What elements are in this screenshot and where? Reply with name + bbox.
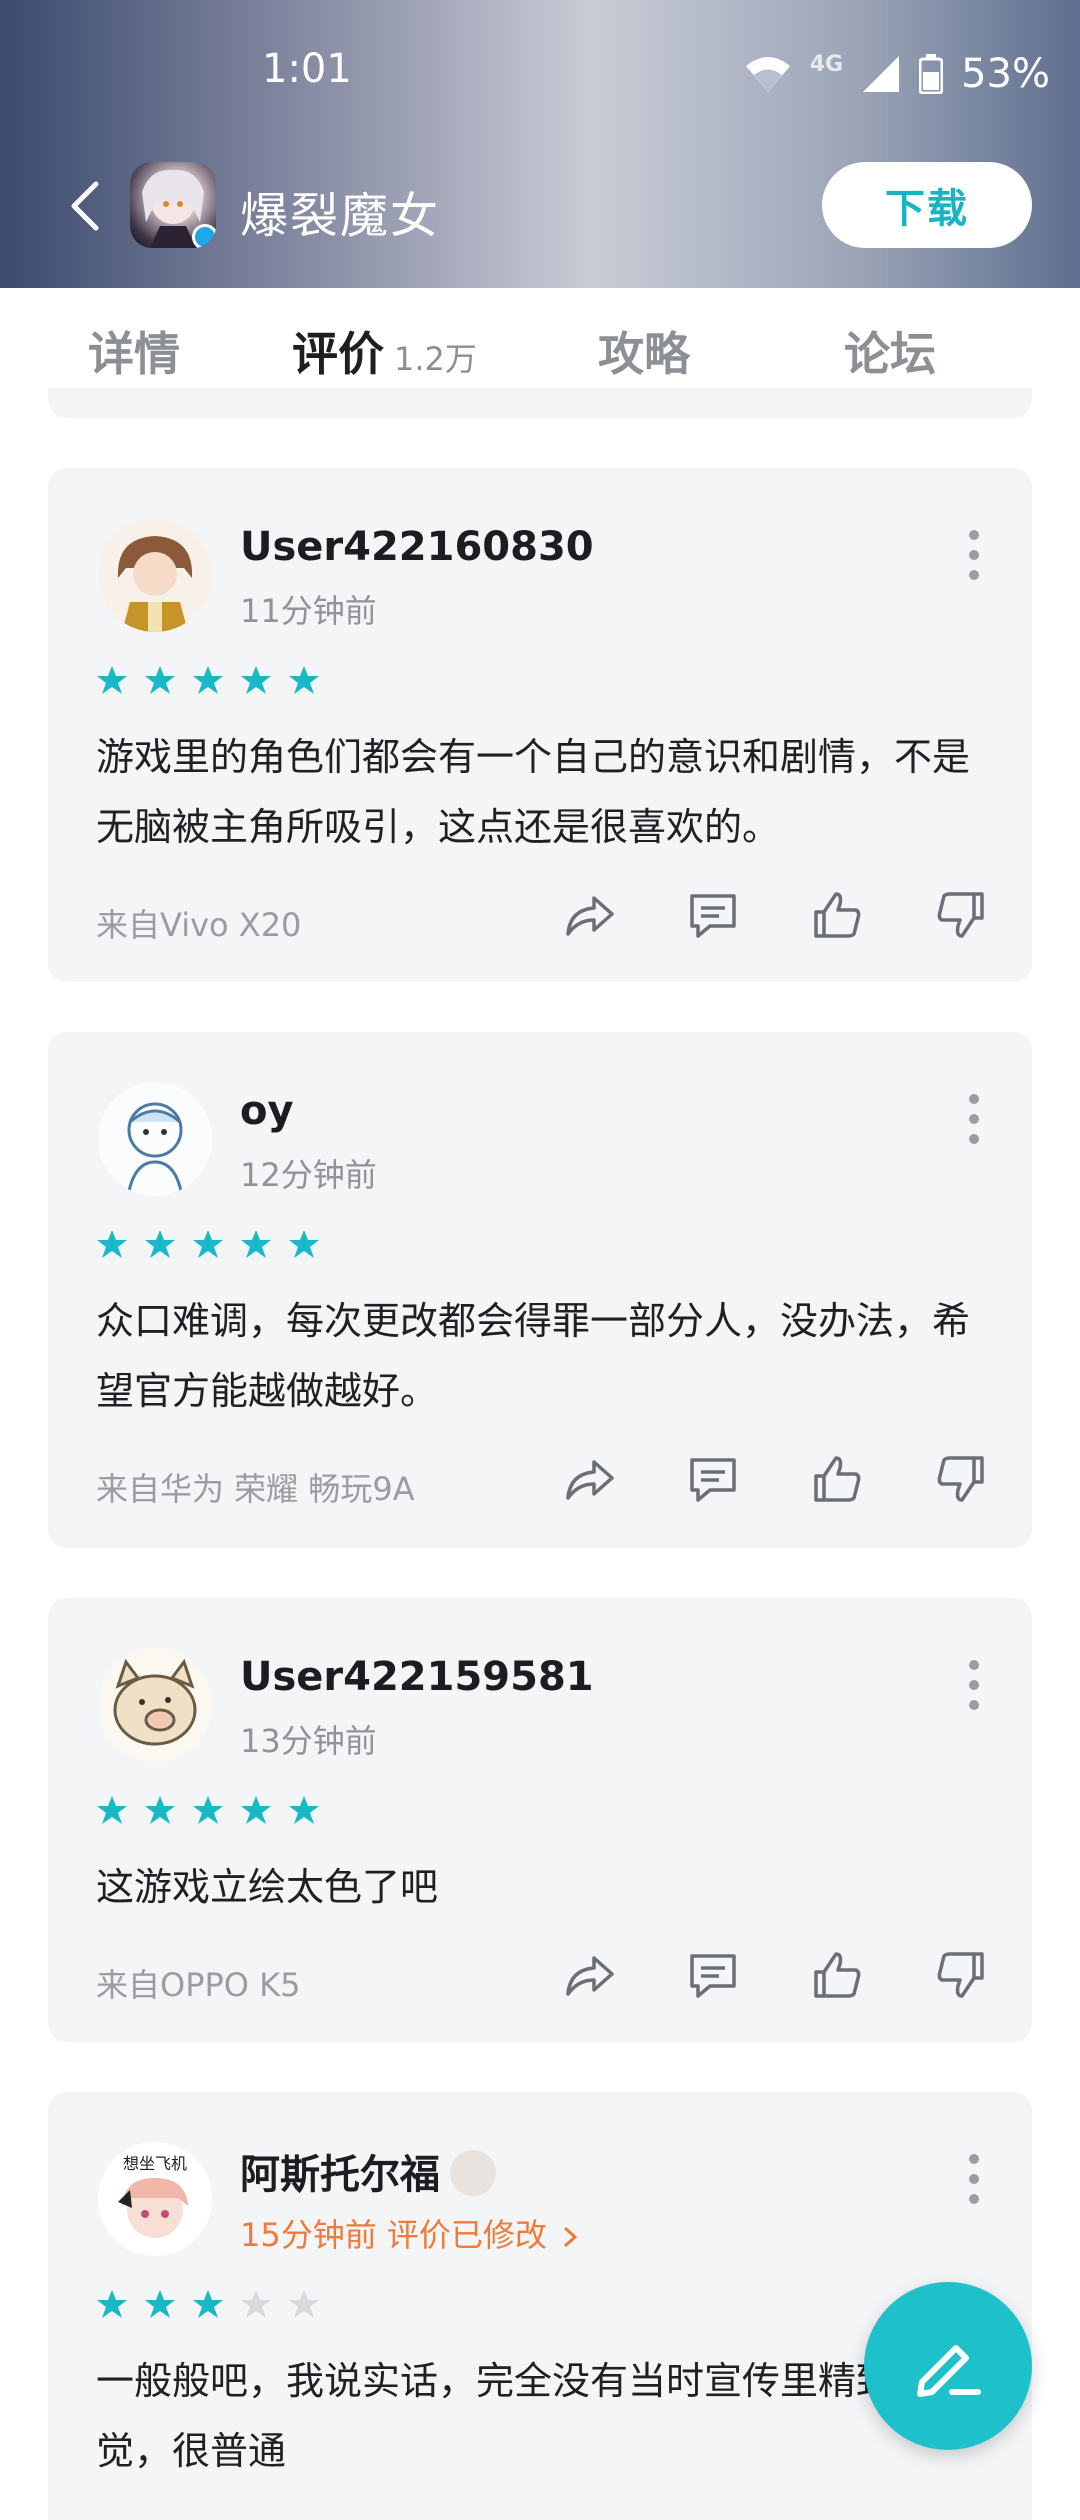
star-icon (145, 1230, 175, 1258)
comment-icon[interactable] (686, 888, 740, 942)
back-icon[interactable] (60, 178, 116, 234)
app-badge-icon (192, 224, 216, 248)
comment-icon[interactable] (686, 1948, 740, 2002)
review-time: 12分钟前 (240, 1156, 377, 1194)
review-card: User422159581 13分钟前 这游戏立绘太色了吧 来自OPPO K5 (48, 1598, 1032, 2042)
star-icon (97, 1230, 127, 1258)
share-icon[interactable] (562, 1452, 616, 1506)
chevron-right-icon (564, 2226, 578, 2248)
device-label: 来自华为 荣耀 畅玩9A (96, 1470, 415, 1508)
star-empty-icon (289, 2290, 319, 2318)
app-header: 1:01 4G 53% 爆裂魔女 下载 (0, 0, 1080, 288)
battery-percent: 53% (961, 51, 1050, 97)
star-icon (97, 1796, 127, 1824)
tab-details[interactable]: 详情 (88, 318, 180, 384)
avatar[interactable] (98, 518, 212, 632)
star-icon (97, 2290, 127, 2318)
review-card: User422160830 11分钟前 游戏里的角色们都会有一个自己的意识和剧情… (48, 468, 1032, 982)
review-text[interactable]: 游戏里的角色们都会有一个自己的意识和剧情，不是无脑被主角所吸引，这点还是很喜欢的… (96, 722, 984, 862)
share-icon[interactable] (562, 1948, 616, 2002)
review-time[interactable]: 15分钟前 评价已修改 (240, 2210, 579, 2256)
review-time: 13分钟前 (240, 1722, 377, 1760)
star-icon (241, 1230, 271, 1258)
thumbs-down-icon[interactable] (934, 888, 988, 942)
star-icon (289, 666, 319, 694)
download-button[interactable]: 下载 (822, 162, 1032, 248)
star-icon (193, 1796, 223, 1824)
more-icon[interactable] (964, 2154, 984, 2210)
star-icon (241, 666, 271, 694)
review-card: 想坐飞机 阿斯托尔福 15分钟前 评价已修改 一般般吧，我说实话，完全没有当时宣… (48, 2092, 1032, 2520)
thumbs-up-icon[interactable] (810, 888, 864, 942)
write-review-button[interactable] (864, 2282, 1032, 2450)
more-icon[interactable] (964, 1094, 984, 1150)
star-rating (96, 664, 320, 696)
review-text[interactable]: 一般般吧，我说实话，完全没有当时宣传里精致的感觉，很普通 (96, 2346, 984, 2486)
avatar[interactable] (98, 1082, 212, 1196)
thumbs-down-icon[interactable] (934, 1948, 988, 2002)
thumbs-up-icon[interactable] (810, 1948, 864, 2002)
app-icon[interactable] (130, 162, 216, 248)
avatar[interactable]: 想坐飞机 (98, 2142, 212, 2256)
username[interactable]: User422160830 (240, 524, 594, 570)
share-icon[interactable] (562, 888, 616, 942)
device-label: 来自Vivo X20 (96, 906, 302, 944)
review-card: oy 12分钟前 众口难调，每次更改都会得罪一部分人，没办法，希望官方能越做越好… (48, 1032, 1032, 1548)
username-row: 阿斯托尔福 (240, 2142, 496, 2200)
star-rating (96, 2288, 320, 2320)
app-name: 爆裂魔女 (240, 188, 441, 244)
tab-guides[interactable]: 攻略 (598, 318, 690, 384)
signal-icon (861, 54, 901, 94)
comment-icon[interactable] (686, 1452, 740, 1506)
star-empty-icon (241, 2290, 271, 2318)
review-time: 11分钟前 (240, 592, 377, 630)
user-badge-icon (450, 2150, 496, 2196)
star-icon (145, 1796, 175, 1824)
title-bar: 爆裂魔女 下载 (0, 150, 1080, 260)
wifi-icon (744, 54, 792, 94)
tab-reviews-label: 评价 (292, 327, 384, 381)
avatar-text: 想坐飞机 (122, 2154, 187, 2173)
thumbs-up-icon[interactable] (810, 1452, 864, 1506)
tab-forum[interactable]: 论坛 (844, 318, 936, 384)
star-rating (96, 1228, 320, 1260)
review-text[interactable]: 这游戏立绘太色了吧 (96, 1852, 984, 1922)
star-icon (145, 2290, 175, 2318)
star-rating (96, 1794, 320, 1826)
thumbs-down-icon[interactable] (934, 1452, 988, 1506)
previous-card-edge (48, 388, 1032, 418)
status-time: 1:01 (262, 46, 352, 92)
username[interactable]: oy (240, 1088, 294, 1134)
review-actions (562, 888, 988, 942)
status-icons: 4G 53% (744, 46, 1050, 102)
review-actions (562, 1948, 988, 2002)
avatar[interactable] (98, 1648, 212, 1762)
star-icon (289, 1796, 319, 1824)
star-icon (193, 2290, 223, 2318)
device-label: 来自OPPO K5 (96, 1966, 301, 2004)
star-icon (241, 1796, 271, 1824)
more-icon[interactable] (964, 1660, 984, 1716)
star-icon (145, 666, 175, 694)
review-time-text: 15分钟前 评价已修改 (240, 2216, 547, 2254)
tab-reviews-count: 1.2万 (394, 340, 477, 378)
review-text[interactable]: 众口难调，每次更改都会得罪一部分人，没办法，希望官方能越做越好。 (96, 1286, 984, 1426)
star-icon (97, 666, 127, 694)
star-icon (193, 1230, 223, 1258)
network-type: 4G (809, 51, 844, 77)
status-bar: 1:01 4G 53% (0, 40, 1080, 110)
username[interactable]: User422159581 (240, 1654, 594, 1700)
edit-icon (917, 2345, 981, 2397)
review-actions (562, 1452, 988, 1506)
tab-reviews[interactable]: 评价 1.2万 (292, 318, 477, 384)
star-icon (289, 1230, 319, 1258)
more-icon[interactable] (964, 530, 984, 586)
star-icon (193, 666, 223, 694)
battery-icon (919, 54, 944, 94)
username[interactable]: 阿斯托尔福 (240, 2152, 440, 2198)
